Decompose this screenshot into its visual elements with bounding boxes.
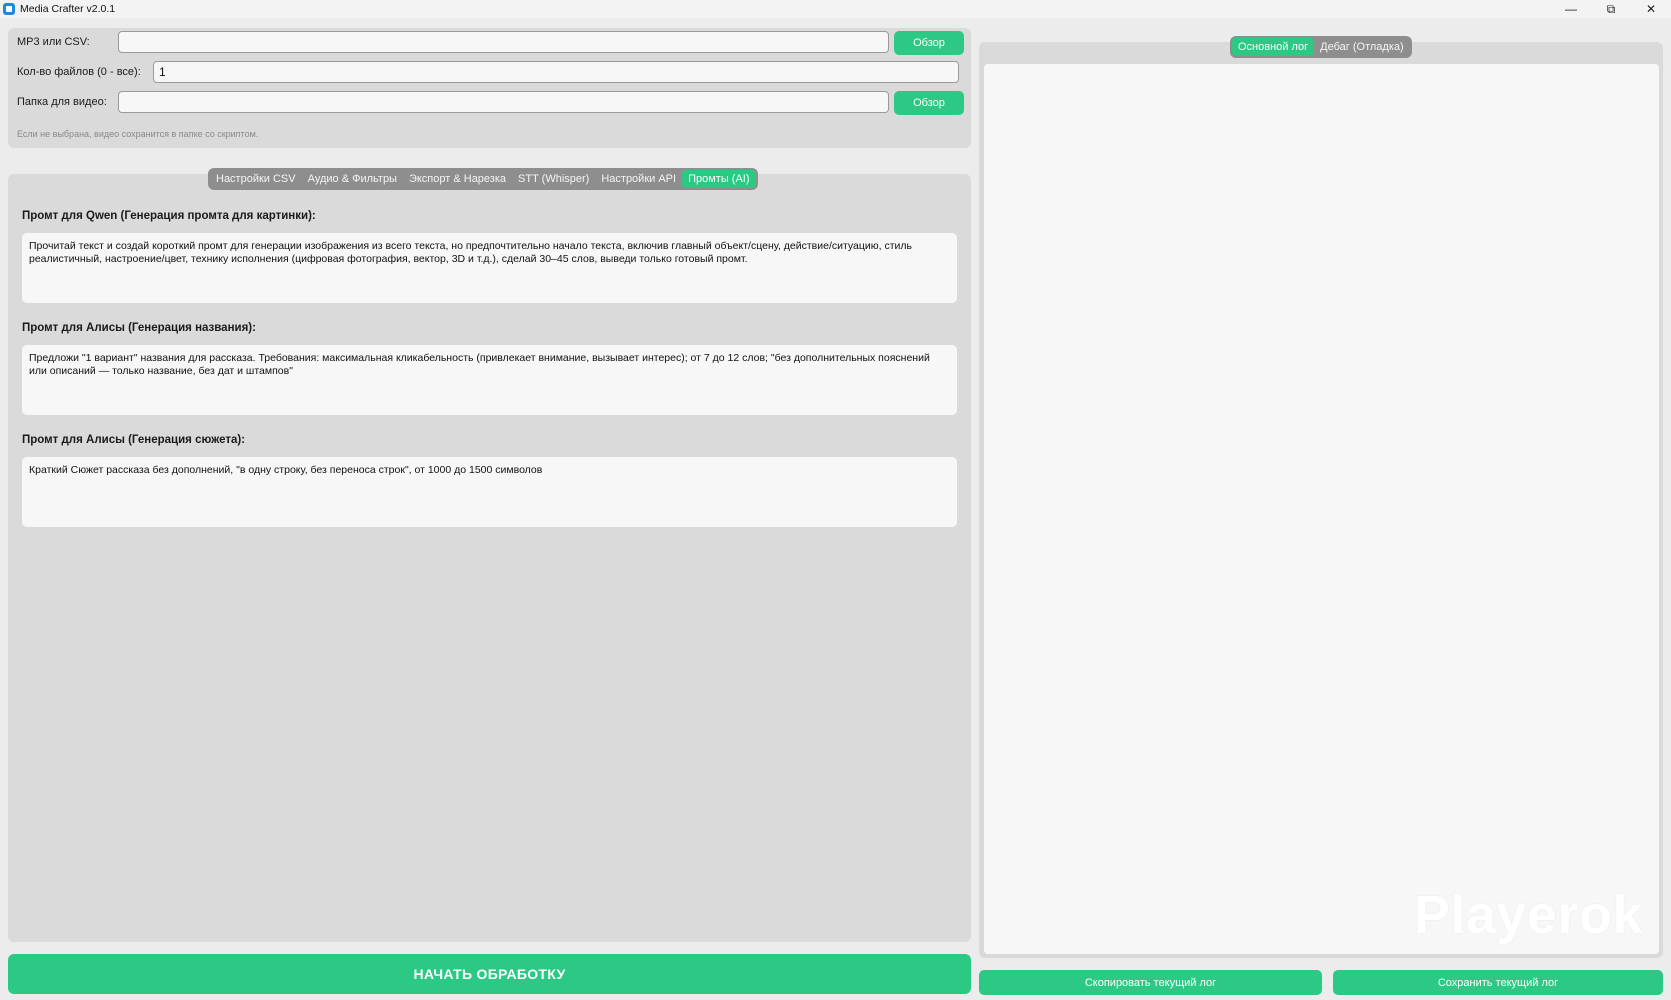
- browse-folder-button[interactable]: Обзор: [894, 91, 964, 115]
- tab-csv-settings[interactable]: Настройки CSV: [210, 170, 302, 188]
- video-folder-hint: Если не выбрана, видео сохранится в папк…: [17, 129, 259, 139]
- log-textbox[interactable]: Playerok: [984, 64, 1659, 954]
- video-folder-input[interactable]: [118, 91, 889, 113]
- tab-audio-filters[interactable]: Аудио & Фильтры: [302, 170, 403, 188]
- browse-file-button[interactable]: Обзор: [894, 31, 964, 55]
- mp3-csv-label: MP3 или CSV:: [17, 36, 90, 48]
- tab-stt-whisper[interactable]: STT (Whisper): [512, 170, 595, 188]
- file-count-label: Кол-во файлов (0 - все):: [17, 66, 141, 78]
- settings-panel: Настройки CSV Аудио & Фильтры Экспорт & …: [8, 168, 971, 942]
- file-input-panel: MP3 или CSV: Обзор Кол-во файлов (0 - вс…: [8, 28, 971, 148]
- minimize-icon[interactable]: —: [1551, 0, 1591, 18]
- settings-tabs: Настройки CSV Аудио & Фильтры Экспорт & …: [208, 168, 758, 190]
- title-prompt-label: Промт для Алисы (Генерация названия):: [22, 322, 256, 334]
- tab-debug-log[interactable]: Дебаг (Отладка): [1314, 38, 1409, 56]
- window-title: Media Crafter v2.0.1: [20, 3, 116, 15]
- mp3-csv-input[interactable]: [118, 31, 889, 53]
- copy-log-button[interactable]: Скопировать текущий лог: [979, 970, 1322, 995]
- restore-icon[interactable]: ⧉: [1591, 0, 1631, 18]
- watermark-logo: Playerok: [1413, 885, 1643, 945]
- file-count-input[interactable]: 1: [153, 61, 959, 83]
- close-icon[interactable]: ✕: [1631, 0, 1671, 18]
- app-icon: [3, 3, 15, 15]
- plot-prompt-label: Промт для Алисы (Генерация сюжета):: [22, 434, 246, 446]
- title-bar: Media Crafter v2.0.1 — ⧉ ✕: [0, 0, 1671, 18]
- log-panel: Основной лог Дебаг (Отладка) Playerok: [979, 36, 1663, 958]
- qwen-prompt-textbox[interactable]: Прочитай текст и создай короткий промт д…: [22, 233, 957, 303]
- video-folder-label: Папка для видео:: [17, 96, 107, 108]
- save-log-button[interactable]: Сохранить текущий лог: [1333, 970, 1663, 995]
- title-prompt-textbox[interactable]: Предложи "1 вариант" названия для расска…: [22, 345, 957, 415]
- tab-export-cutting[interactable]: Экспорт & Нарезка: [403, 170, 512, 188]
- plot-prompt-textbox[interactable]: Краткий Сюжет рассказа без дополнений, "…: [22, 457, 957, 527]
- tab-prompts-ai[interactable]: Промты (AI): [682, 170, 756, 188]
- tab-api-settings[interactable]: Настройки API: [595, 170, 682, 188]
- window-controls: — ⧉ ✕: [1551, 0, 1671, 18]
- start-processing-button[interactable]: НАЧАТЬ ОБРАБОТКУ: [8, 954, 971, 994]
- tab-main-log[interactable]: Основной лог: [1232, 38, 1315, 56]
- qwen-prompt-label: Промт для Qwen (Генерация промта для кар…: [22, 210, 316, 222]
- log-tabs: Основной лог Дебаг (Отладка): [1230, 36, 1412, 58]
